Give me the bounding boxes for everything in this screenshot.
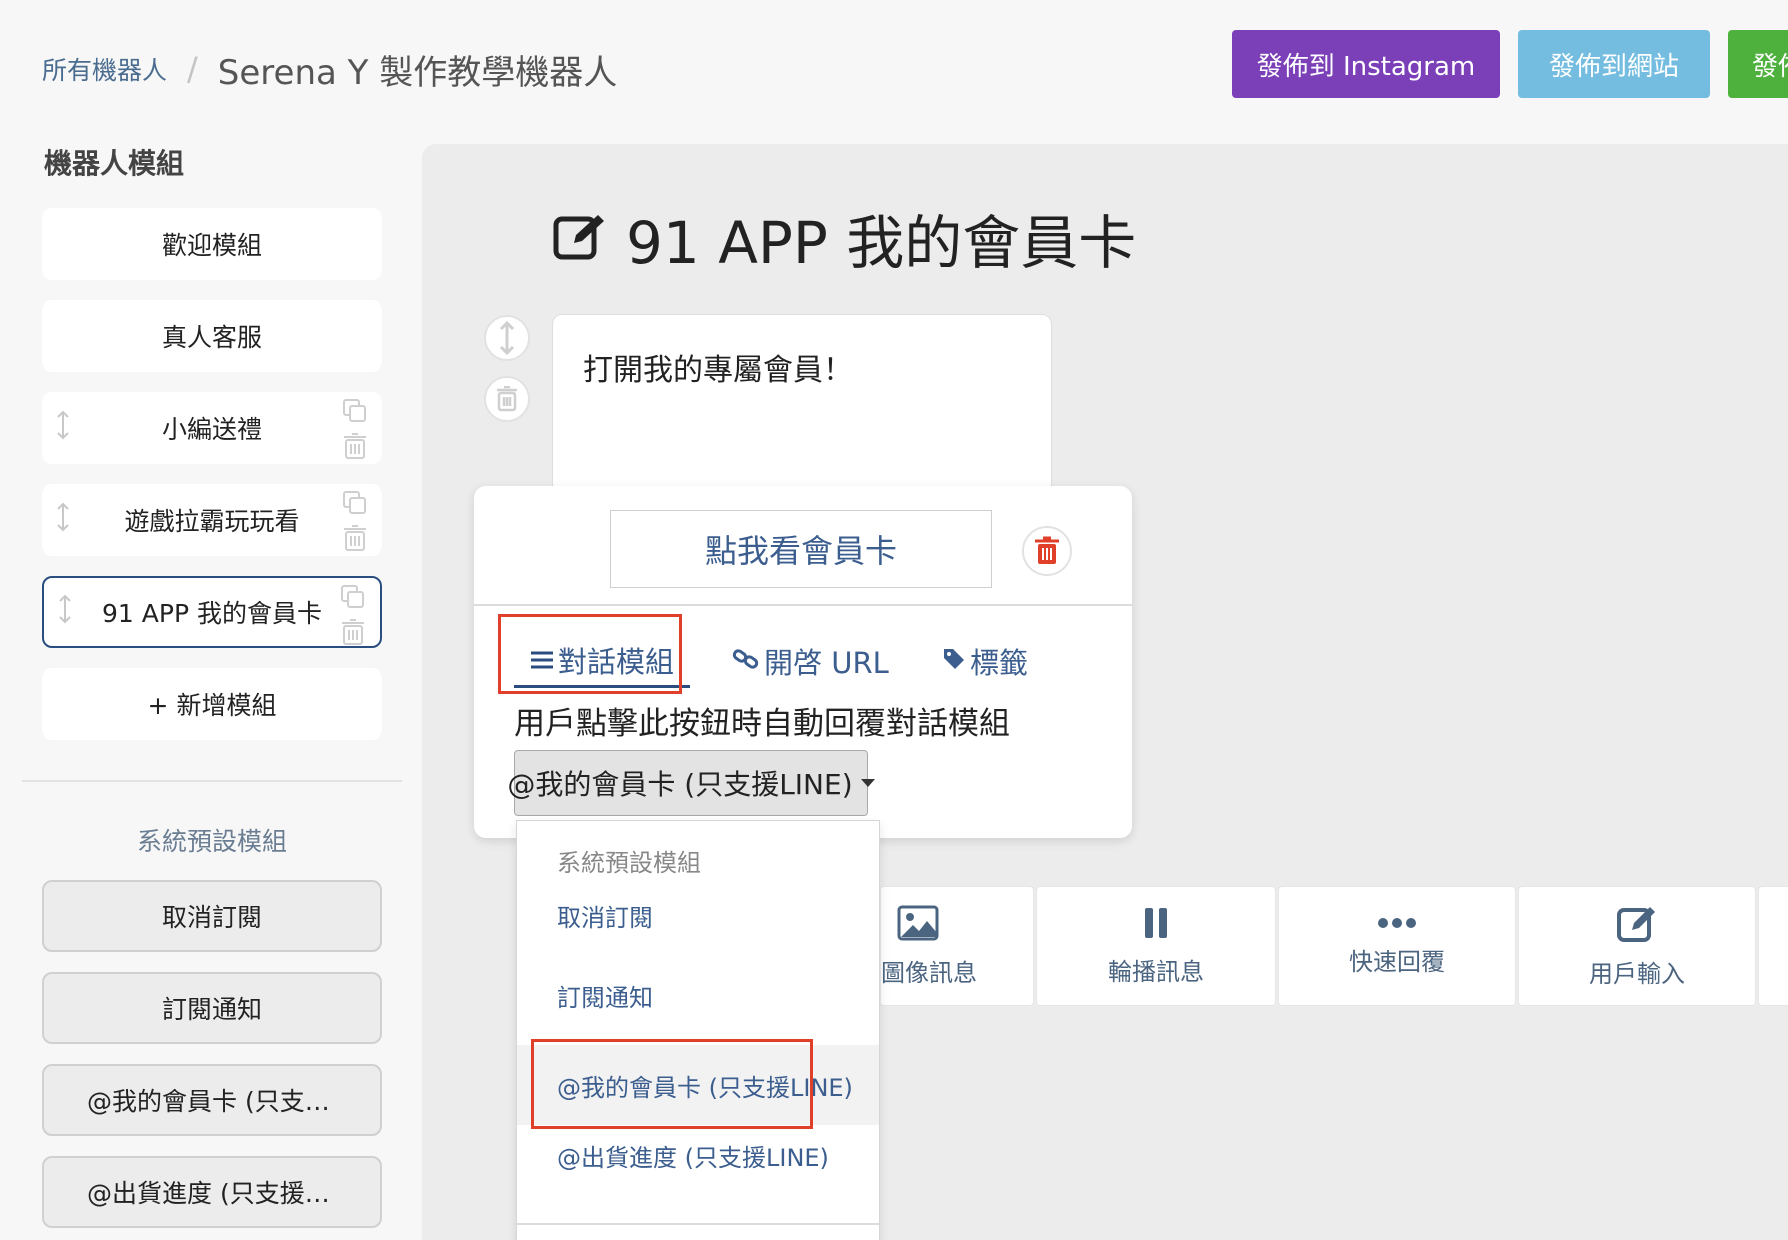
publish-website-button[interactable]: 發佈到網站 (1518, 30, 1710, 98)
tab-label: 標籤 (970, 646, 1029, 680)
module-label: 訂閱通知 (161, 995, 262, 1024)
sidebar-heading: 機器人模組 (44, 147, 185, 180)
add-image-message-button[interactable]: 圖像訊息 (880, 886, 1034, 1006)
tab-open-url[interactable]: 開啓 URL (732, 634, 889, 688)
edit-icon[interactable] (552, 211, 608, 265)
page-title-row: 91 APP 我的會員卡 (552, 196, 1136, 280)
tab-label: 開啓 URL (764, 646, 889, 680)
type-label: 用戶輸入 (1589, 959, 1685, 988)
breadcrumb-separator: / (187, 50, 198, 88)
annotation-highlight-tab (498, 614, 682, 694)
bot-name: Serena Y 製作教學機器人 (217, 52, 618, 93)
button-action-hint: 用戶點擊此按鈕時自動回覆對話模組 (514, 706, 1010, 742)
module-dropdown-menu: 系統預設模組 取消訂閱 訂閱通知 @我的會員卡 (只支援LINE) @出貨進度 … (516, 820, 880, 1240)
move-handle-icon[interactable] (484, 315, 530, 361)
more-message-types-button[interactable] (1758, 886, 1788, 1006)
tag-icon (942, 644, 966, 678)
module-card-live-agent[interactable]: 真人客服 (42, 300, 382, 372)
dropdown-group-header: 系統預設模組 (557, 849, 701, 877)
breadcrumb: 所有機器人 / Serena Y 製作教學機器人 (42, 44, 617, 94)
copy-icon[interactable] (342, 398, 368, 430)
module-label: 取消訂閱 (161, 903, 262, 932)
caret-down-icon (860, 779, 875, 787)
carousel-icon (1143, 906, 1169, 944)
button-editor-panel: 點我看會員卡 對話模組 開啓 URL 標籤 用戶點擊此按鈕時自動回覆對話模組 @… (474, 486, 1132, 838)
copy-icon[interactable] (342, 490, 368, 522)
add-user-input-button[interactable]: 用戶輸入 (1518, 886, 1756, 1006)
trash-icon[interactable] (342, 524, 368, 558)
breadcrumb-all-bots-link[interactable]: 所有機器人 (42, 51, 167, 87)
module-label: 91 APP 我的會員卡 (102, 599, 322, 628)
type-label: 輪播訊息 (1108, 957, 1204, 986)
module-label: 歡迎模組 (161, 231, 262, 260)
module-card-gift[interactable]: 小編送禮 (42, 392, 382, 464)
add-carousel-message-button[interactable]: 輪播訊息 (1036, 886, 1276, 1006)
text-message-card[interactable]: 打開我的專屬會員！ (552, 314, 1052, 504)
dropdown-item[interactable]: 訂閱通知 (517, 955, 879, 1035)
trash-icon[interactable] (342, 432, 368, 466)
delete-button-icon[interactable] (1022, 526, 1072, 576)
module-label: 小編送禮 (161, 415, 262, 444)
drag-handle-icon[interactable] (56, 410, 70, 446)
system-module-shipping-progress[interactable]: @出貨進度 (只支援LINE) (42, 1156, 382, 1228)
type-label: 快速回覆 (1349, 948, 1445, 976)
system-module-unsubscribe[interactable]: 取消訂閱 (42, 880, 382, 952)
module-label: 遊戲拉霸玩玩看 (124, 507, 300, 536)
drag-handle-icon[interactable] (56, 502, 70, 538)
link-icon (732, 644, 760, 678)
ellipsis-icon (1377, 915, 1417, 934)
type-label: 圖像訊息 (881, 958, 977, 987)
publish-instagram-button[interactable]: 發佈到 Instagram (1232, 30, 1500, 98)
delete-message-icon[interactable] (484, 376, 530, 422)
dropdown-item[interactable]: 取消訂閱 (517, 875, 879, 955)
sidebar-divider (22, 780, 402, 782)
publish-third-button[interactable]: 發佈 (1728, 30, 1788, 98)
module-label: @我的會員卡 (只支援LINE) (87, 1087, 337, 1116)
annotation-highlight-option (531, 1039, 813, 1129)
system-module-subscribe-notice[interactable]: 訂閱通知 (42, 972, 382, 1044)
add-module-button[interactable]: + 新增模組 (42, 668, 382, 740)
page-title: 91 APP 我的會員卡 (626, 209, 1137, 277)
button-label-input[interactable]: 點我看會員卡 (610, 510, 992, 588)
module-label: @出貨進度 (只支援LINE) (87, 1179, 337, 1208)
drag-handle-icon[interactable] (58, 594, 72, 630)
module-card-welcome[interactable]: 歡迎模組 (42, 208, 382, 280)
message-text[interactable]: 打開我的專屬會員！ (583, 345, 853, 389)
panel-divider (474, 604, 1132, 606)
module-select-dropdown[interactable]: @我的會員卡 (只支援LINE) (507, 750, 875, 816)
module-card-member-card[interactable]: 91 APP 我的會員卡 (42, 576, 382, 648)
edit-icon (1616, 904, 1658, 946)
image-icon (881, 905, 939, 945)
module-label: 真人客服 (161, 323, 262, 352)
tab-tag[interactable]: 標籤 (942, 634, 1028, 688)
trash-icon[interactable] (340, 618, 366, 652)
add-quick-reply-button[interactable]: 快速回覆 (1278, 886, 1516, 1006)
module-card-slot-game[interactable]: 遊戲拉霸玩玩看 (42, 484, 382, 556)
selected-module-label: @我的會員卡 (只支援LINE) (507, 768, 853, 801)
system-modules-heading: 系統預設模組 (136, 827, 287, 856)
message-type-bar: 圖像訊息 輪播訊息 快速回覆 用戶輸入 (880, 886, 1788, 1006)
dropdown-divider (517, 1223, 879, 1225)
system-module-member-card[interactable]: @我的會員卡 (只支援LINE) (42, 1064, 382, 1136)
copy-icon[interactable] (340, 584, 366, 616)
add-module-label: + 新增模組 (147, 691, 277, 720)
